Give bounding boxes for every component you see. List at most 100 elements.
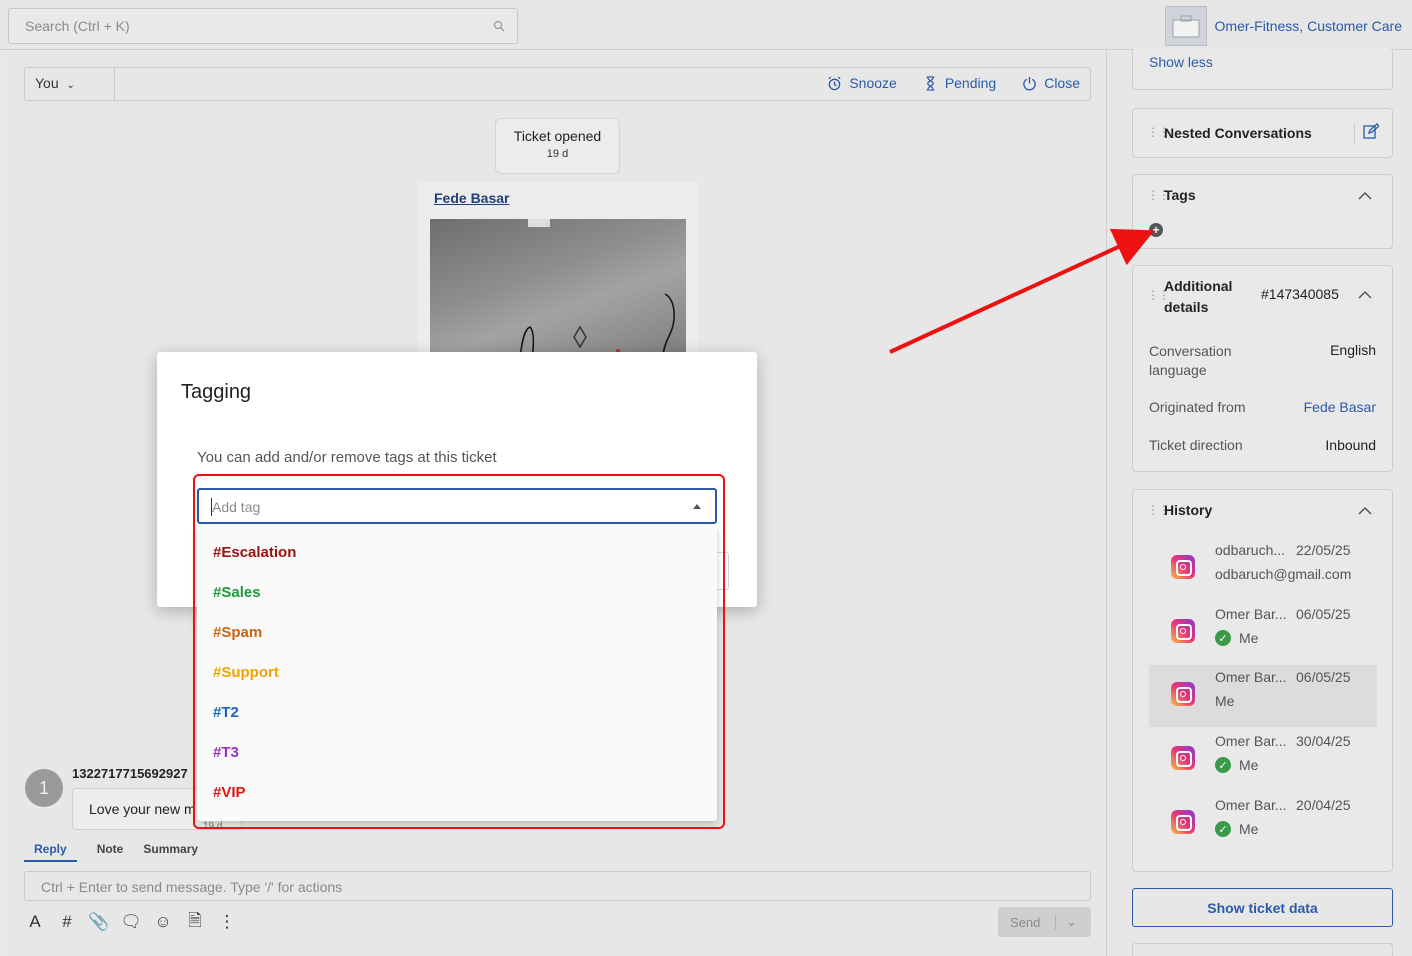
chevron-up-icon[interactable] — [1358, 189, 1372, 203]
history-sub-text: Me — [1239, 757, 1259, 773]
history-sub-text: Me — [1239, 630, 1259, 646]
details-sidebar: Show less ⋮⋮ Nested Conversations ⋮⋮ Tag… — [1107, 48, 1412, 956]
history-item[interactable]: odbaruch... 22/05/25 odbaruch@gmail.com — [1149, 538, 1377, 600]
additional-title-line-1: Additional — [1164, 278, 1233, 294]
history-name: Omer Bar... — [1215, 669, 1287, 685]
search-placeholder: Search (Ctrl + K) — [25, 18, 130, 34]
paperclip-icon[interactable]: 📎 — [88, 912, 109, 932]
avatar: 1 — [25, 769, 63, 807]
instagram-icon — [1171, 746, 1195, 770]
additional-title-line-2: details — [1164, 299, 1209, 315]
check-circle-icon: ✓ — [1215, 757, 1231, 773]
tab-reply[interactable]: Reply — [24, 842, 77, 862]
detail-value: Inbound — [1325, 437, 1376, 453]
history-item-selected[interactable]: Omer Bar... 06/05/25 Me — [1149, 665, 1377, 727]
instagram-icon — [1171, 555, 1195, 579]
history-item[interactable]: Omer Bar... 30/04/25 ✓ Me — [1149, 729, 1377, 791]
detail-label: Conversation language — [1149, 343, 1232, 378]
history-date: 06/05/25 — [1296, 606, 1351, 622]
tags-title: Tags — [1164, 187, 1196, 203]
pdf-icon[interactable]: 🗎 — [186, 911, 204, 932]
send-button[interactable]: Send ⌄ — [998, 907, 1091, 937]
annotation-highlight-box — [193, 474, 725, 829]
chat-bubble-icon[interactable]: 🗨 — [120, 912, 142, 932]
edit-icon[interactable] — [1354, 123, 1380, 145]
message-text: Love your new m — [89, 801, 196, 817]
instagram-icon — [1171, 619, 1195, 643]
emoji-icon[interactable]: ☺ — [154, 912, 172, 932]
add-tag-icon[interactable]: + — [1149, 223, 1163, 237]
history-date: 30/04/25 — [1296, 733, 1351, 749]
conversation-toolbar: You ⌄ Snooze Pending Close — [24, 67, 1091, 101]
history-name: Omer Bar... — [1215, 733, 1287, 749]
top-bar: Search (Ctrl + K) Omer-Fitness, Customer… — [0, 0, 1412, 50]
alarm-clock-icon — [828, 75, 841, 90]
account-menu[interactable]: Omer-Fitness, Customer Care — [1164, 6, 1402, 46]
close-ticket-button[interactable]: Close — [1022, 75, 1080, 91]
chevron-up-icon[interactable] — [1358, 504, 1372, 518]
avatar-initial: 1 — [38, 777, 49, 798]
instagram-icon — [1171, 682, 1195, 706]
chevron-down-icon[interactable]: ⌄ — [1056, 914, 1077, 930]
history-sub: ✓ Me — [1215, 821, 1258, 837]
pending-button[interactable]: Pending — [923, 75, 996, 91]
detail-label: Ticket direction — [1149, 437, 1243, 453]
history-card: ⋮⋮ History odbaruch... 22/05/25 odbaruch… — [1132, 489, 1393, 872]
composer-tools: A # 📎 🗨 ☺ 🗎 ⋮ — [26, 911, 236, 932]
history-name: Omer Bar... — [1215, 606, 1287, 622]
hourglass-icon — [926, 75, 935, 91]
dialog-description: You can add and/or remove tags at this t… — [197, 449, 497, 466]
power-icon — [1023, 76, 1036, 90]
search-input[interactable]: Search (Ctrl + K) — [8, 8, 518, 44]
history-date: 06/05/25 — [1296, 669, 1351, 685]
assignee-dropdown[interactable]: You ⌄ — [25, 68, 115, 100]
tab-note[interactable]: Note — [97, 842, 124, 862]
check-circle-icon: ✓ — [1215, 821, 1231, 837]
message-author-link[interactable]: Fede Basar — [434, 190, 509, 206]
pending-label: Pending — [944, 75, 997, 91]
message-sender-id: 1322717715692927 — [72, 766, 188, 781]
history-sub: Me — [1215, 693, 1234, 709]
originated-from-link[interactable]: Fede Basar — [1304, 399, 1376, 415]
reply-composer[interactable]: Ctrl + Enter to send message. Type '/' f… — [24, 871, 1091, 901]
nested-conversations-card: ⋮⋮ Nested Conversations — [1132, 108, 1393, 158]
history-title: History — [1164, 502, 1213, 518]
detail-label: Originated from — [1149, 399, 1246, 415]
next-card-edge — [1132, 943, 1393, 956]
tags-card: ⋮⋮ Tags + — [1132, 174, 1393, 249]
show-less-link[interactable]: Show less — [1149, 54, 1213, 70]
snooze-button[interactable]: Snooze — [827, 75, 897, 91]
history-sub-text: Me — [1215, 693, 1235, 709]
text-format-icon[interactable]: A — [26, 912, 44, 932]
ticket-number: #147340085 — [1261, 286, 1339, 302]
more-options-icon[interactable]: ⋮ — [218, 912, 236, 932]
send-label: Send — [998, 914, 1056, 930]
reply-tabs: Reply Note Summary — [24, 842, 198, 862]
message-image[interactable] — [430, 219, 686, 359]
history-item[interactable]: Omer Bar... 06/05/25 ✓ Me — [1149, 602, 1377, 664]
ticket-opened-label: Ticket opened — [513, 128, 602, 144]
history-item[interactable]: Omer Bar... 20/04/25 ✓ Me — [1149, 793, 1377, 855]
account-name: Omer-Fitness, Customer Care — [1214, 18, 1402, 34]
ticket-opened-badge: Ticket opened 19 d — [495, 118, 620, 174]
assignee-label: You — [35, 75, 59, 91]
nested-conversations-title: Nested Conversations — [1164, 125, 1312, 141]
ticket-age: 19 d — [546, 148, 569, 160]
check-circle-icon: ✓ — [1215, 630, 1231, 646]
detail-value: English — [1330, 342, 1376, 358]
chevron-up-icon[interactable] — [1358, 288, 1372, 302]
chevron-down-icon: ⌄ — [66, 80, 75, 91]
composer-placeholder: Ctrl + Enter to send message. Type '/' f… — [41, 879, 343, 895]
additional-details-card: ⋮⋮ Additional details #147340085 Convers… — [1132, 265, 1393, 472]
show-ticket-data-label: Show ticket data — [1207, 899, 1318, 916]
history-date: 22/05/25 — [1296, 542, 1351, 558]
briefcase-icon — [1164, 6, 1207, 46]
hashtag-icon[interactable]: # — [58, 912, 76, 932]
tab-summary[interactable]: Summary — [143, 842, 198, 862]
history-sub: odbaruch@gmail.com — [1215, 566, 1351, 582]
history-name: odbaruch... — [1215, 542, 1286, 558]
dialog-title: Tagging — [181, 381, 252, 403]
close-label: Close — [1044, 75, 1080, 91]
show-ticket-data-button[interactable]: Show ticket data — [1132, 888, 1393, 927]
instagram-icon — [1171, 810, 1195, 834]
